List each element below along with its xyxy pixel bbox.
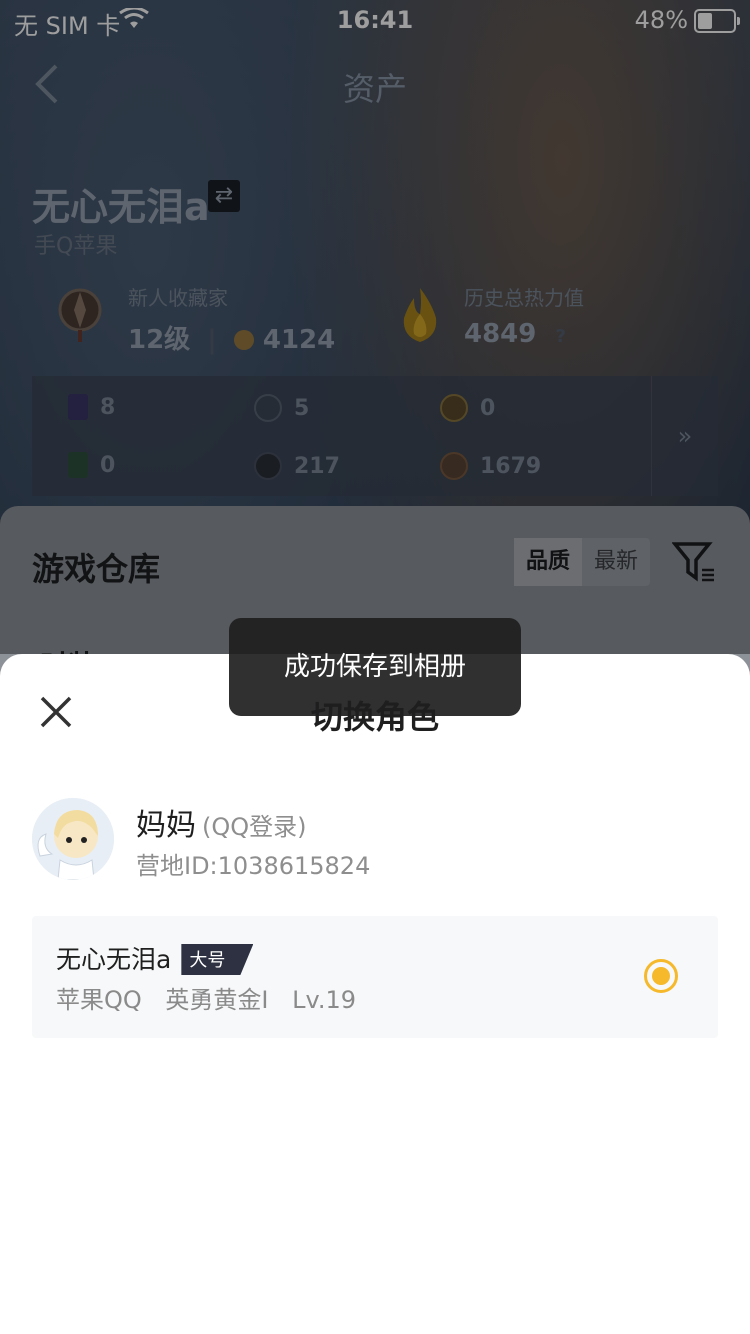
radio-dot [652,967,670,985]
account-name: 妈妈 [136,808,196,843]
avatar-image [32,798,114,880]
role-name: 无心无泪a [56,945,172,974]
account-name-line: 妈妈 (QQ登录) [136,800,307,844]
switch-role-sheet: 切换角色 妈妈 (QQ登录) 营地ID:1038615824 无心无泪a 大号 … [0,654,750,1334]
role-name-line: 无心无泪a 大号 [56,940,254,976]
selected-radio[interactable] [644,959,678,993]
role-rank: 英勇黄金I [165,986,269,1014]
modal-overlay[interactable] [0,0,750,654]
role-platform: 苹果QQ [56,986,142,1014]
account-row: 妈妈 (QQ登录) 营地ID:1038615824 [32,798,722,880]
main-account-tag: 大号 [181,944,254,975]
role-card[interactable]: 无心无泪a 大号 苹果QQ 英勇黄金I Lv.19 [32,916,718,1038]
role-level: Lv.19 [292,986,357,1014]
camp-id: 营地ID:1038615824 [136,852,371,880]
toast: 成功保存到相册 [229,618,521,716]
login-type: (QQ登录) [202,813,307,841]
avatar [32,798,114,880]
app-screen: 无 SIM 卡 16:41 48% 资产 无心无泪a ⇄ 手Q苹果 新人收藏家 … [0,0,750,1334]
role-meta: 苹果QQ 英勇黄金I Lv.19 [56,980,372,1015]
